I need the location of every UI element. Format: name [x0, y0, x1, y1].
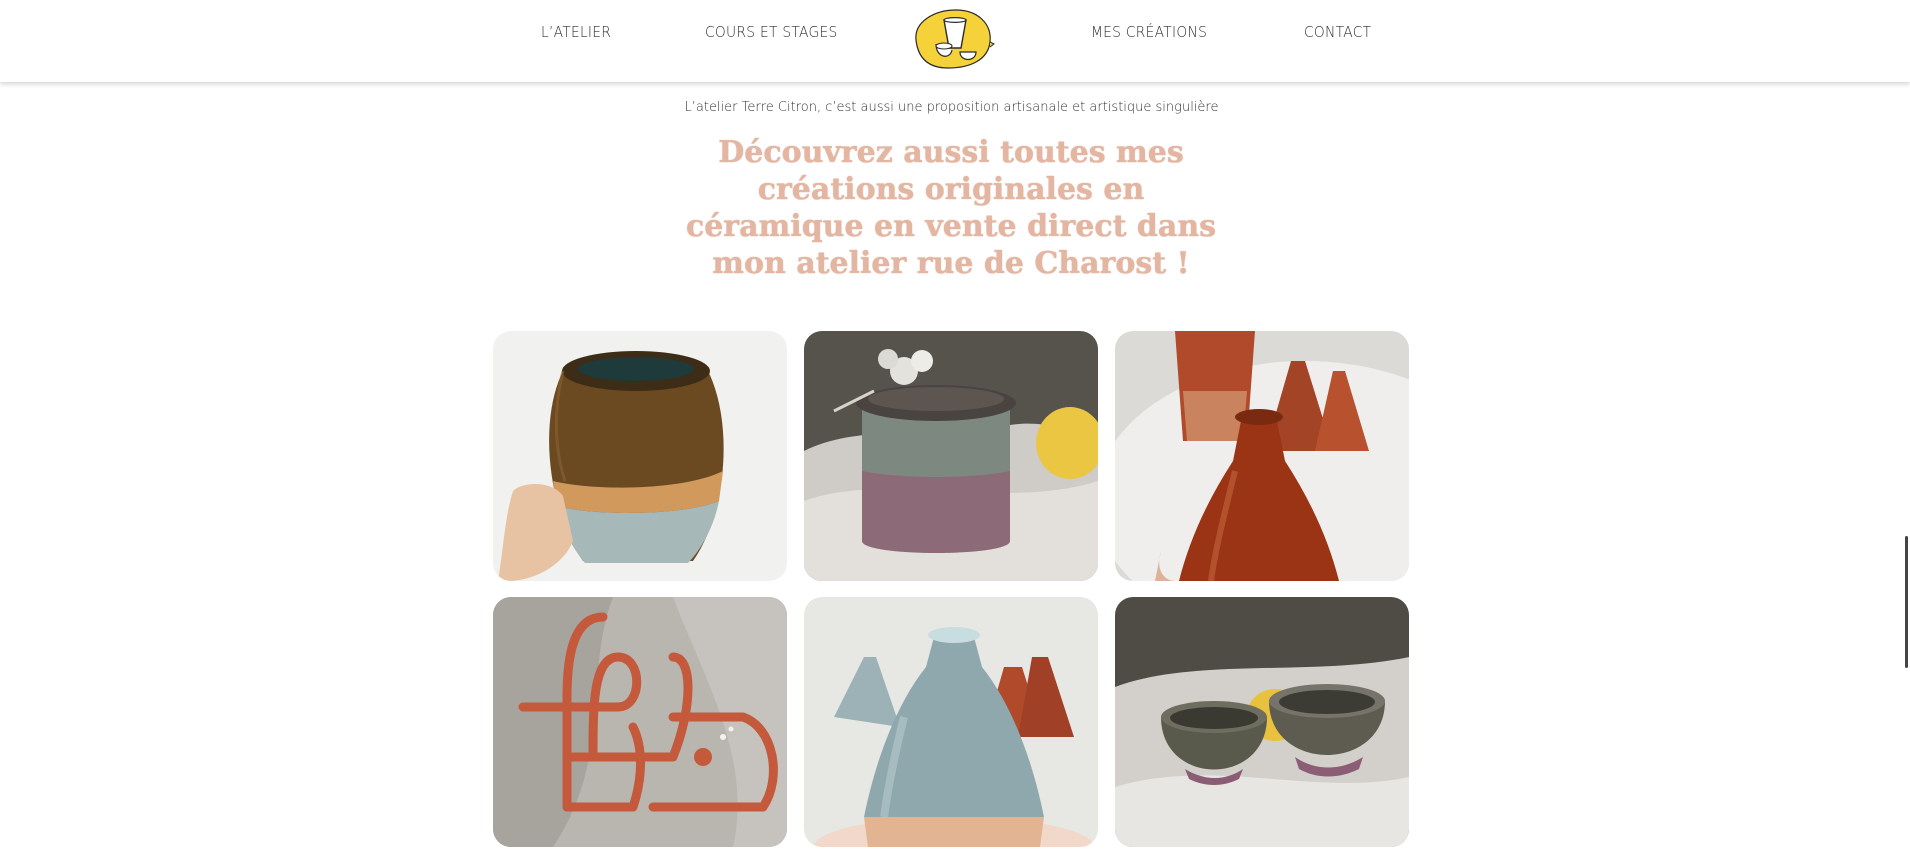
intro-text: L’atelier Terre Citron, c’est aussi une …	[684, 100, 1219, 115]
gallery-image-blue-conical-vase[interactable]	[804, 597, 1098, 847]
gallery-image-rust-conical-vases[interactable]	[1115, 331, 1409, 581]
page-scrollbar[interactable]	[1905, 536, 1908, 668]
terre-citron-logo[interactable]	[906, 0, 996, 72]
nav-link-mes-creations[interactable]: MES CRÉATIONS	[1091, 23, 1207, 41]
headline: Découvrez aussi toutes mes créations ori…	[685, 135, 1217, 281]
site-header: L’ATELIER COURS ET STAGES MES CRÉATIONS …	[0, 0, 1910, 82]
nav-link-atelier[interactable]: L’ATELIER	[541, 23, 611, 41]
gallery-image-bowls-with-lemon[interactable]	[1115, 597, 1409, 847]
gallery-image-terracotta-sculpture[interactable]	[493, 597, 787, 847]
gallery-image-lidded-jar-with-lemon[interactable]	[804, 331, 1098, 581]
gallery-image-brown-and-blue-vase[interactable]	[493, 331, 787, 581]
nav-link-cours-et-stages[interactable]: COURS ET STAGES	[705, 23, 838, 41]
nav-link-contact[interactable]: CONTACT	[1304, 23, 1371, 41]
